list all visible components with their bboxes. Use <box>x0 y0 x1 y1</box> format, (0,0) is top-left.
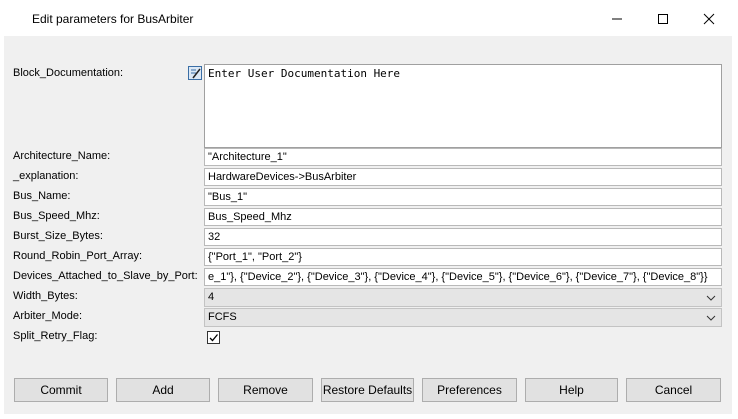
bus-speed-mhz-label: Bus_Speed_Mhz: <box>13 210 100 222</box>
devices-attached-label: Devices_Attached_to_Slave_by_Port: <box>13 270 198 282</box>
maximize-button[interactable] <box>640 6 686 32</box>
maximize-icon <box>658 14 668 24</box>
preferences-button[interactable]: Preferences <box>422 378 517 402</box>
restore-defaults-button[interactable]: Restore Defaults <box>321 378 414 402</box>
commit-button[interactable]: Commit <box>14 378 108 402</box>
help-button[interactable]: Help <box>525 378 618 402</box>
chevron-down-icon <box>706 315 716 321</box>
block-documentation-textarea[interactable]: Enter User Documentation Here <box>204 64 722 148</box>
width-bytes-value: 4 <box>208 291 215 303</box>
chevron-down-icon <box>706 295 716 301</box>
checkmark-icon <box>209 334 218 342</box>
arbiter-mode-label: Arbiter_Mode: <box>13 310 83 322</box>
window-title: Edit parameters for BusArbiter <box>32 12 194 26</box>
bus-speed-mhz-field[interactable]: Bus_Speed_Mhz <box>204 208 722 226</box>
close-button[interactable] <box>686 6 732 32</box>
round-robin-port-array-field[interactable]: {"Port_1", "Port_2"} <box>204 248 722 266</box>
block-documentation-label: Block_Documentation: <box>13 67 124 79</box>
split-retry-flag-label: Split_Retry_Flag: <box>13 330 98 342</box>
architecture-name-label: Architecture_Name: <box>13 150 111 162</box>
width-bytes-label: Width_Bytes: <box>13 290 78 302</box>
architecture-name-field[interactable]: "Architecture_1" <box>204 148 722 166</box>
title-bar: Edit parameters for BusArbiter <box>0 0 738 36</box>
bus-name-field[interactable]: "Bus_1" <box>204 188 722 206</box>
devices-attached-field[interactable]: e_1"}, {"Device_2"}, {"Device_3"}, {"Dev… <box>204 268 722 286</box>
burst-size-bytes-field[interactable]: 32 <box>204 228 722 246</box>
close-icon <box>703 13 715 25</box>
burst-size-bytes-label: Burst_Size_Bytes: <box>13 230 103 242</box>
arbiter-mode-value: FCFS <box>208 311 237 323</box>
add-button[interactable]: Add <box>116 378 210 402</box>
explanation-field[interactable]: HardwareDevices->BusArbiter <box>204 168 722 186</box>
bus-name-label: Bus_Name: <box>13 190 71 202</box>
minimize-button[interactable] <box>594 6 640 32</box>
cancel-button[interactable]: Cancel <box>626 378 721 402</box>
arbiter-mode-select[interactable]: FCFS <box>204 308 722 327</box>
width-bytes-select[interactable]: 4 <box>204 288 722 307</box>
remove-button[interactable]: Remove <box>218 378 313 402</box>
explanation-label: _explanation: <box>13 170 79 182</box>
split-retry-flag-checkbox[interactable] <box>207 331 220 344</box>
minimize-icon <box>612 18 622 20</box>
edit-document-icon[interactable] <box>188 66 202 80</box>
round-robin-port-array-label: Round_Robin_Port_Array: <box>13 250 143 262</box>
